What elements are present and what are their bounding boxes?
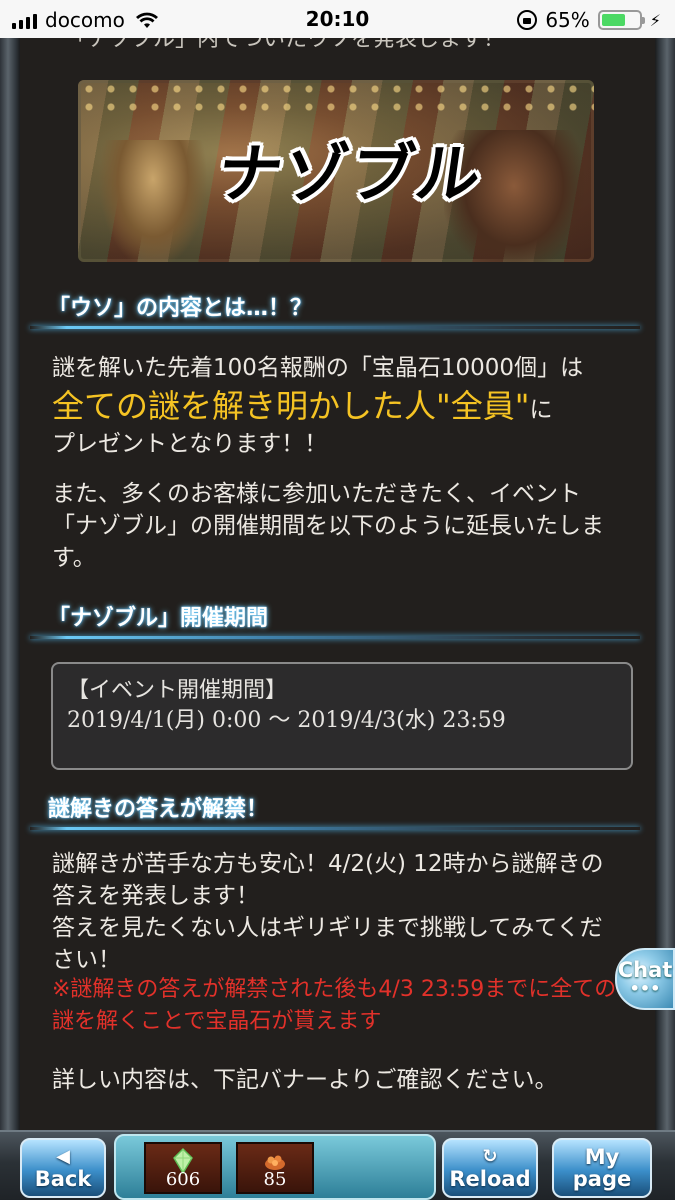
ellipsis-icon: •••	[629, 979, 661, 998]
status-bar: docomo 20:10 65% ⚡	[0, 0, 675, 38]
back-button[interactable]: ◀ Back	[20, 1138, 106, 1198]
paragraph-extension: また、多くのお客様に参加いただきたく、イベント「ナゾブル」の開催期間を以下のよう…	[52, 481, 604, 571]
event-period-box: 【イベント開催期間】 2019/4/1(月) 0:00 〜 2019/4/3(水…	[51, 662, 633, 770]
nazoburu-banner[interactable]: ナゾブル	[78, 80, 594, 262]
section-heading-answers: 謎解きの答えが解禁！	[48, 797, 269, 822]
heading-divider	[30, 827, 640, 830]
reload-label: Reload	[449, 1167, 531, 1191]
heading-divider	[30, 636, 640, 639]
period-value: 2019/4/1(月) 0:00 〜 2019/4/3(水) 23:59	[67, 708, 506, 733]
heading-divider	[30, 326, 640, 329]
crystal-count: 606	[165, 1169, 201, 1190]
cut-off-text: 「ナゾブル」内でついたウソを発表します！	[65, 38, 506, 52]
highlight-suffix: に	[529, 397, 553, 423]
section-heading-lie: 「ウソ」の内容とは…！？	[48, 296, 313, 321]
banner-lights	[78, 80, 594, 120]
mypage-button[interactable]: My page	[552, 1138, 652, 1198]
battery-percent: 65%	[545, 8, 590, 32]
answers-line-2: 答えを見たくない人はギリギリまで挑戦してみてください！	[52, 915, 603, 973]
jewel-counter[interactable]: 85	[236, 1142, 314, 1194]
paragraph-reward: 謎を解いた先着100名報酬の「宝晶石10000個」は 全ての謎を解き明かした人"…	[52, 352, 642, 460]
item-counter-panel: 606 85	[114, 1134, 436, 1200]
jewel-count: 85	[263, 1169, 287, 1190]
mypage-label-bottom: page	[572, 1167, 632, 1191]
status-right: 65% ⚡	[517, 8, 661, 32]
answers-line-1: 謎解きが苦手な方も安心！4/2(火) 12時から謎解きの答えを発表します！	[52, 851, 604, 909]
crystal-counter[interactable]: 606	[144, 1142, 222, 1194]
paragraph-answers: 謎解きが苦手な方も安心！4/2(火) 12時から謎解きの答えを発表します！ 答え…	[52, 848, 622, 976]
charging-icon: ⚡	[649, 10, 661, 30]
orientation-lock-icon	[517, 10, 538, 30]
mypage-label-top: My	[584, 1145, 620, 1169]
paragraph-details: 詳しい内容は、下記バナーよりご確認ください。	[52, 1067, 558, 1093]
reward-line-3: プレゼントとなります！！	[52, 431, 328, 457]
chat-button[interactable]: Chat •••	[615, 948, 675, 1010]
page-frame: 「ナゾブル」内でついたウソを発表します！ ナゾブル 「ウソ」の内容とは…！？ 謎…	[0, 38, 675, 1130]
period-label: 【イベント開催期間】	[67, 678, 288, 703]
back-label: Back	[34, 1167, 92, 1191]
left-arrow-icon: ◀	[56, 1146, 70, 1167]
battery-icon	[597, 10, 645, 30]
reward-line-1: 謎を解いた先着100名報酬の「宝晶石10000個」は	[52, 355, 584, 381]
bottom-nav-bar: ◀ Back 606 85 ↻ Reload My page	[0, 1130, 675, 1200]
reward-line-2: 全ての謎を解き明かした人"全員"に	[52, 384, 642, 428]
section-heading-period: 「ナゾブル」開催期間	[48, 606, 269, 631]
article-content[interactable]: 「ナゾブル」内でついたウソを発表します！ ナゾブル 「ウソ」の内容とは…！？ 謎…	[20, 38, 655, 1130]
banner-character-left	[98, 140, 208, 262]
banner-logo: ナゾブル	[212, 138, 488, 212]
highlight-text: 全ての謎を解き明かした人"全員"	[52, 387, 530, 425]
warning-note: ※謎解きの答えが解禁された後も4/3 23:59までに全ての謎を解くことで宝晶石…	[52, 977, 617, 1034]
refresh-icon: ↻	[482, 1146, 498, 1167]
reload-button[interactable]: ↻ Reload	[442, 1138, 538, 1198]
